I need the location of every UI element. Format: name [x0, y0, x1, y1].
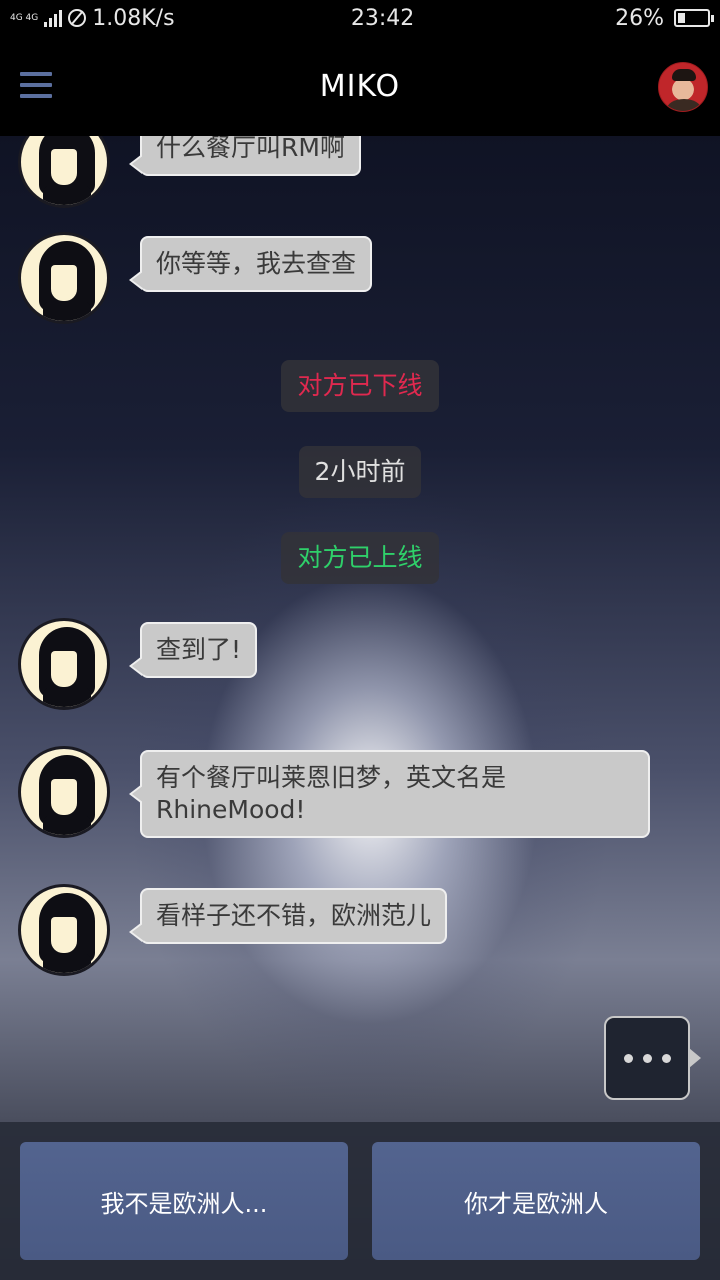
reply-choices: 我不是欧洲人... 你才是欧洲人: [0, 1122, 720, 1280]
status-right: 26%: [615, 5, 714, 31]
network-speed: 1.08K/s: [92, 5, 175, 31]
network-type: 4G 4G: [10, 12, 39, 23]
offline-notice: 对方已下线: [281, 360, 439, 412]
contact-avatar[interactable]: [18, 746, 110, 838]
typing-dot: [623, 1053, 633, 1063]
message-text: 查到了!: [156, 635, 242, 664]
battery-icon: [674, 9, 714, 27]
message-bubble[interactable]: 查到了!: [128, 622, 258, 678]
typing-dot: [661, 1053, 671, 1063]
chat-title: MIKO: [319, 68, 401, 104]
hamburger-menu-icon[interactable]: [20, 72, 52, 98]
system-notice: 对方已下线: [0, 360, 720, 412]
message-bubble[interactable]: 看样子还不错，欧洲范儿: [128, 888, 448, 944]
contact-avatar[interactable]: [18, 232, 110, 324]
message-bubble[interactable]: 有个餐厅叫莱恩旧梦，英文名是 RhineMood!: [129, 750, 650, 838]
message-bubble[interactable]: 什么餐厅叫RM啊: [129, 136, 361, 176]
system-notice: 对方已上线: [0, 532, 720, 584]
status-bar: 4G 4G 1.08K/s 23:42 26%: [0, 0, 720, 36]
contact-avatar[interactable]: [18, 884, 110, 976]
no-sim-icon: [68, 9, 87, 27]
reply-choice-left[interactable]: 我不是欧洲人...: [20, 1142, 348, 1260]
app-header: MIKO: [0, 36, 720, 136]
signal-icon: [44, 9, 63, 27]
contact-avatar[interactable]: [18, 618, 110, 710]
reply-choice-right[interactable]: 你才是欧洲人: [372, 1142, 700, 1260]
time-notice: 2小时前: [298, 446, 422, 498]
message-text: 看样子还不错，欧洲范儿: [156, 901, 432, 930]
system-notice: 2小时前: [0, 446, 720, 498]
message-text: 你等等，我去查查: [156, 249, 357, 278]
typing-indicator: [604, 1016, 701, 1100]
message-bubble[interactable]: 你等等，我去查查: [128, 236, 373, 292]
message-incoming: 看样子还不错，欧洲范儿: [18, 884, 448, 976]
clock: 23:42: [350, 5, 415, 31]
user-avatar[interactable]: [658, 62, 708, 112]
message-text: 什么餐厅叫RM啊: [156, 136, 345, 162]
chat-area[interactable]: 什么餐厅叫RM啊 你等等，我去查查 对方已下线 2小时前 对方已上线 查到了! …: [0, 136, 720, 1122]
message-incoming: 你等等，我去查查: [18, 232, 373, 324]
typing-dot: [642, 1053, 652, 1063]
message-text-line: 有个餐厅叫莱恩旧梦，英文名是: [156, 763, 507, 792]
message-incoming: 有个餐厅叫莱恩旧梦，英文名是 RhineMood!: [18, 746, 650, 838]
contact-avatar[interactable]: [18, 136, 110, 208]
message-incoming: 什么餐厅叫RM啊: [18, 136, 361, 208]
battery-percent: 26%: [615, 5, 664, 31]
online-notice: 对方已上线: [281, 532, 439, 584]
message-text-line: RhineMood!: [156, 795, 306, 824]
message-incoming: 查到了!: [18, 618, 258, 710]
status-left: 4G 4G 1.08K/s: [10, 6, 250, 31]
